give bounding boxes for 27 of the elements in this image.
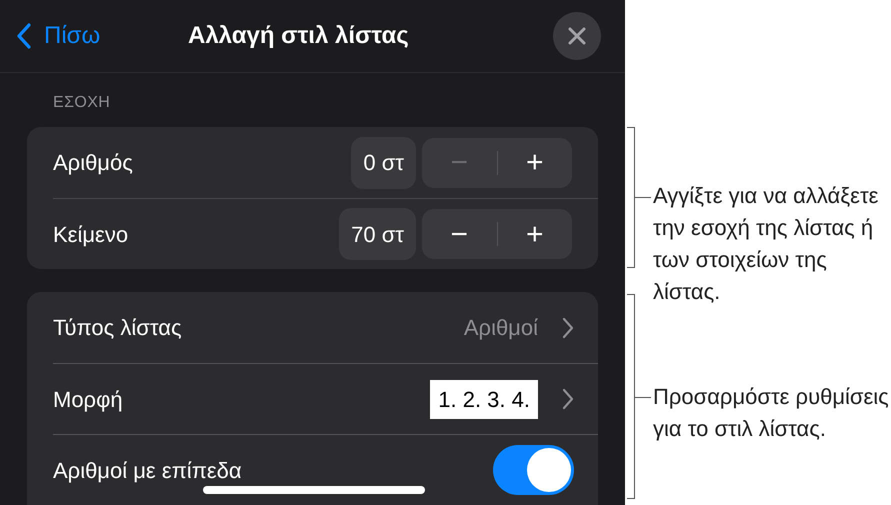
leader-line xyxy=(635,397,651,398)
increment-button[interactable]: + xyxy=(498,209,572,259)
indent-value: 0 στ xyxy=(351,136,416,188)
increment-button[interactable]: + xyxy=(498,138,572,188)
option-row[interactable]: Τύπος λίστας Αριθμοί xyxy=(53,292,598,363)
callout-text: Προσαρμόστε ρυθμίσεις για το στιλ λίστας. xyxy=(653,383,890,443)
callout-text: Αγγίξτε για να αλλάξετε την εσοχή της λίστας ή των στοιχείων της λίστας. xyxy=(653,182,880,306)
format-preview: 1. 2. 3. 4. xyxy=(430,380,538,418)
section-header: ΕΣΟΧΗ xyxy=(53,93,112,113)
option-value: Αριθμοί xyxy=(464,314,538,342)
indent-label: Κείμενο xyxy=(53,220,128,248)
chevron-right-icon xyxy=(562,316,574,338)
panel-title: Αλλαγή στιλ λίστας xyxy=(188,21,409,51)
chevron-right-icon xyxy=(562,388,574,410)
leader-line xyxy=(635,197,651,198)
back-button[interactable]: Πίσω xyxy=(16,18,100,54)
close-icon xyxy=(567,26,587,46)
option-label: Μορφή xyxy=(53,386,123,414)
toggle-switch[interactable] xyxy=(493,445,574,495)
option-row[interactable]: Μορφή 1. 2. 3. 4. xyxy=(53,363,598,434)
decrement-button[interactable]: − xyxy=(422,209,496,259)
option-label: Τύπος λίστας xyxy=(53,314,182,342)
indent-value: 70 στ xyxy=(339,208,416,260)
indent-label: Αριθμός xyxy=(53,149,133,177)
chevron-left-icon xyxy=(16,22,32,50)
option-label: Αριθμοί με επίπεδα xyxy=(53,456,242,485)
close-button[interactable] xyxy=(553,12,601,60)
